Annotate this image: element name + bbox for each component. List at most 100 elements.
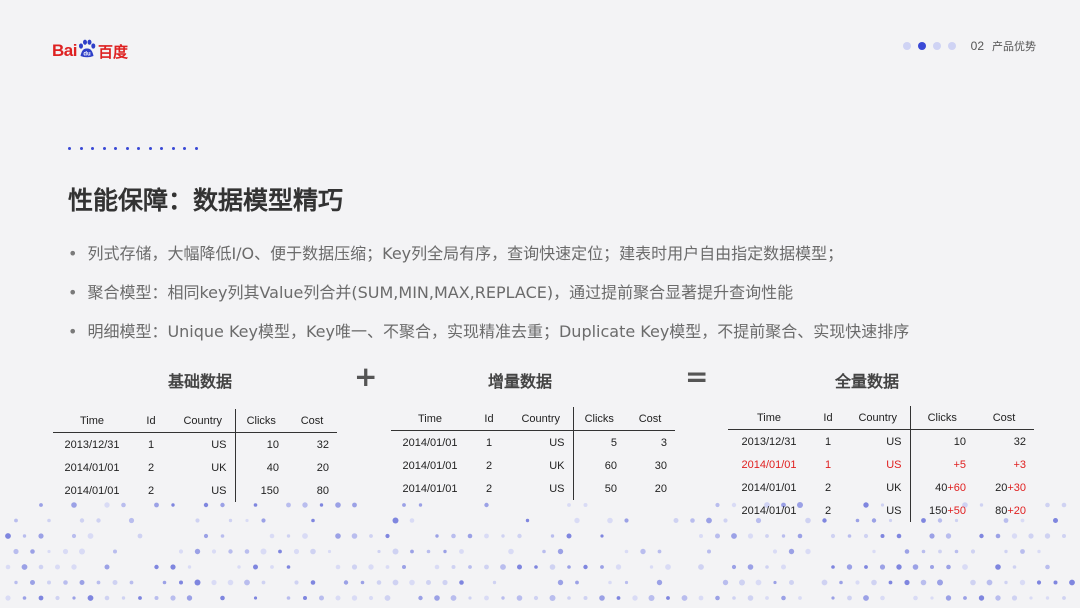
background-dot [765, 534, 769, 538]
background-dot [335, 533, 341, 539]
background-dot [138, 596, 142, 600]
background-dot [392, 579, 399, 586]
background-dot [970, 579, 976, 586]
background-dot [47, 549, 51, 554]
background-dot [47, 518, 51, 523]
background-dot [227, 579, 234, 586]
background-dot [261, 518, 266, 523]
background-dot [286, 596, 291, 600]
background-dot [112, 580, 118, 585]
background-dot [557, 548, 564, 555]
column-header-cost: Cost [287, 409, 337, 433]
background-dot [162, 580, 167, 585]
cell-time: 2014/01/01 [402, 436, 458, 449]
table-row: 2013/12/31 1 US 10 32 [728, 429, 1034, 453]
background-dot [137, 533, 143, 539]
cell-country: UK [509, 454, 574, 477]
background-dot [888, 580, 893, 585]
table-row: 2014/01/01 2 UK 60 30 [391, 454, 675, 477]
bullet-item: 列式存储，大幅降低I/O、便于数据压缩；Key列全局有序，查询快速定位；建表时用… [68, 243, 909, 282]
background-dot [418, 595, 423, 601]
cost-base: 20 [995, 481, 1008, 494]
background-dot [673, 518, 679, 523]
background-dot [954, 549, 959, 554]
background-dot [286, 565, 291, 569]
cell-country: US [171, 479, 236, 502]
cell-cost: 80 [316, 484, 329, 497]
background-dot [945, 595, 952, 601]
background-dot [178, 549, 184, 554]
table-row: 2014/01/01 2 US 50 20 [391, 477, 675, 500]
background-dot [567, 503, 571, 507]
table-caption-total: 全量数据 [834, 372, 899, 391]
background-dot [864, 565, 868, 569]
background-dot [863, 533, 869, 539]
background-dot [723, 518, 728, 523]
background-dot [755, 579, 762, 586]
background-dot [640, 548, 646, 555]
background-dot [1029, 596, 1033, 600]
cell-time: 2014/01/01 [741, 481, 797, 494]
table-row: 2014/01/01 1 US 5 3 [391, 430, 675, 454]
cell-country: US [509, 430, 574, 454]
background-dot [839, 580, 843, 585]
column-header-id: Id [469, 407, 509, 431]
background-dot [311, 518, 315, 523]
cell-time: 2014/01/01 [741, 504, 797, 517]
background-dot [747, 564, 754, 570]
background-dot [351, 595, 358, 601]
background-dot [171, 503, 175, 507]
background-dot [607, 517, 613, 524]
logo-text-baidu-cn: 百度 [97, 42, 128, 61]
background-dot [962, 564, 968, 570]
background-dot [104, 502, 110, 508]
column-header-time: Time [53, 409, 131, 433]
background-dot [533, 595, 539, 601]
background-dot [260, 548, 267, 555]
background-dot [542, 549, 546, 554]
background-dot [450, 595, 457, 601]
background-dot [567, 596, 571, 600]
background-dot [351, 533, 358, 539]
column-header-clicks: Clicks [235, 409, 287, 433]
background-dot [1062, 596, 1066, 600]
cell-time: 2014/01/01 [64, 484, 120, 497]
column-header-time: Time [391, 407, 469, 431]
background-dot [443, 549, 447, 554]
background-dot [360, 580, 365, 585]
total-data-table: Time Id Country Clicks Cost 2013/12/31 1… [728, 406, 1034, 522]
background-dot [1011, 595, 1018, 601]
table-row: 2014/01/01 2 US 150 80 [53, 479, 337, 502]
bullet-list: 列式存储，大幅降低I/O、便于数据压缩；Key列全局有序，查询快速定位；建表时用… [68, 243, 909, 360]
bullet-item: 明细模型：Unique Key模型，Key唯一、不聚合，实现精准去重；Dupli… [68, 321, 909, 360]
background-dot [96, 580, 101, 585]
column-header-clicks: Clicks [573, 407, 625, 431]
background-dot [501, 596, 505, 600]
background-dot [30, 580, 35, 585]
background-dot [38, 595, 44, 601]
plus-operator: + [354, 360, 378, 393]
background-dot [484, 564, 489, 570]
background-dot [426, 580, 431, 585]
page-dot-active [917, 42, 926, 50]
background-dot [517, 564, 522, 570]
background-dot [154, 502, 159, 508]
incremental-data-table: Time Id Country Clicks Cost 2014/01/01 1… [391, 407, 675, 500]
cell-time: 2013/12/31 [741, 435, 797, 448]
table-row: 2014/01/01 2 UK 40 20 [53, 456, 337, 479]
background-dot [929, 533, 935, 539]
column-header-id: Id [810, 406, 846, 430]
section-name: 产品优势 [992, 40, 1036, 53]
background-dot [384, 595, 391, 601]
background-dot [715, 595, 720, 601]
background-dot [352, 502, 357, 508]
background-dot [79, 518, 85, 523]
background-dot [896, 533, 902, 539]
background-dot [220, 502, 225, 508]
background-dot [781, 534, 786, 538]
background-dot [508, 548, 514, 555]
background-dot [187, 565, 192, 569]
clicks-base: 150 [928, 504, 948, 517]
background-dot [501, 534, 505, 538]
background-dot [566, 533, 572, 539]
